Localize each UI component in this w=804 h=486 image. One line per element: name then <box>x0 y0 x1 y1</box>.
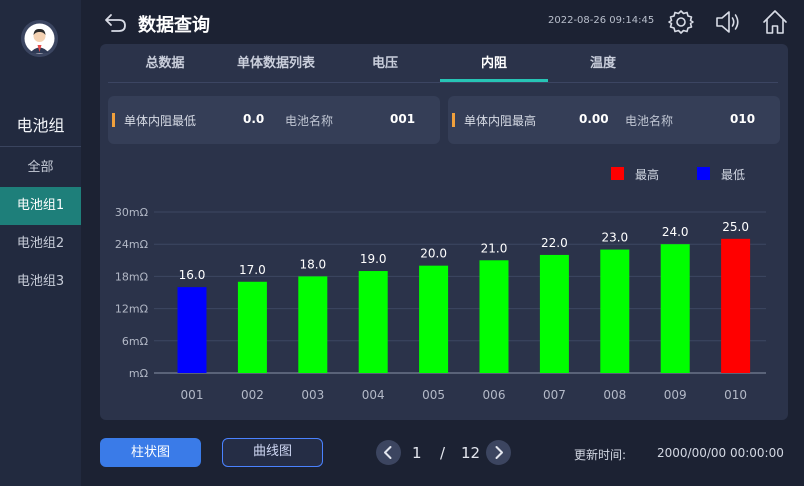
tab-resistance[interactable]: 内阻 <box>440 52 548 80</box>
datetime-display: 2022-08-26 09:14:45 <box>548 15 655 26</box>
tabs-divider <box>108 82 778 83</box>
sidebar-divider <box>0 146 81 147</box>
home-icon[interactable] <box>761 8 789 36</box>
sidebar-group-title: 电池组 <box>16 116 65 135</box>
min-cell-name-value: 001 <box>390 112 416 126</box>
max-resistance-card: 单体内阻最高 0.00 电池名称 010 <box>448 96 780 144</box>
update-time-label: 更新时间: <box>574 448 627 462</box>
sidebar-item-group3[interactable]: 电池组3 <box>0 263 81 301</box>
legend-max-swatch <box>611 167 624 180</box>
max-resistance-label: 单体内阻最高 <box>464 114 537 128</box>
chevron-left-icon <box>384 446 392 459</box>
prev-page-button[interactable] <box>376 440 401 465</box>
update-time-value: 2000/00/00 00:00:00 <box>657 446 784 460</box>
sidebar-item-group1[interactable]: 电池组1 <box>0 187 81 225</box>
tab-total-data[interactable]: 总数据 <box>130 52 200 80</box>
bar-chart-button[interactable]: 柱状图 <box>100 438 201 467</box>
min-resistance-card: 单体内阻最低 0.0 电池名称 001 <box>108 96 440 144</box>
sidebar: 电池组 全部 电池组1 电池组2 电池组3 <box>0 0 81 486</box>
next-page-button[interactable] <box>486 440 511 465</box>
card-accent-bar <box>112 113 115 127</box>
min-resistance-label: 单体内阻最低 <box>124 114 197 128</box>
page-title: 数据查询 <box>138 15 210 36</box>
max-cell-name-label: 电池名称 <box>625 114 674 128</box>
user-avatar[interactable] <box>21 20 58 57</box>
back-arrow-icon[interactable] <box>104 11 128 33</box>
total-pages: 12 <box>461 444 481 462</box>
legend-min-label: 最低 <box>721 168 746 182</box>
speaker-icon[interactable] <box>713 8 741 36</box>
tab-temperature[interactable]: 温度 <box>578 52 628 80</box>
tab-cell-list[interactable]: 单体数据列表 <box>226 52 326 80</box>
tab-voltage[interactable]: 电压 <box>360 52 410 80</box>
legend-min-swatch <box>697 167 710 180</box>
min-cell-name-label: 电池名称 <box>285 114 334 128</box>
min-resistance-value: 0.0 <box>243 112 265 126</box>
max-resistance-value: 0.00 <box>579 112 609 126</box>
current-page: 1 <box>412 444 422 462</box>
gear-icon[interactable] <box>667 8 695 36</box>
page-separator: / <box>440 444 446 462</box>
chevron-right-icon <box>495 446 503 459</box>
line-chart-button[interactable]: 曲线图 <box>222 438 323 467</box>
avatar-icon <box>21 20 58 57</box>
sidebar-item-all[interactable]: 全部 <box>0 149 81 187</box>
legend-max-label: 最高 <box>635 168 660 182</box>
card-accent-bar <box>452 113 455 127</box>
sidebar-item-group2[interactable]: 电池组2 <box>0 225 81 263</box>
max-cell-name-value: 010 <box>730 112 756 126</box>
